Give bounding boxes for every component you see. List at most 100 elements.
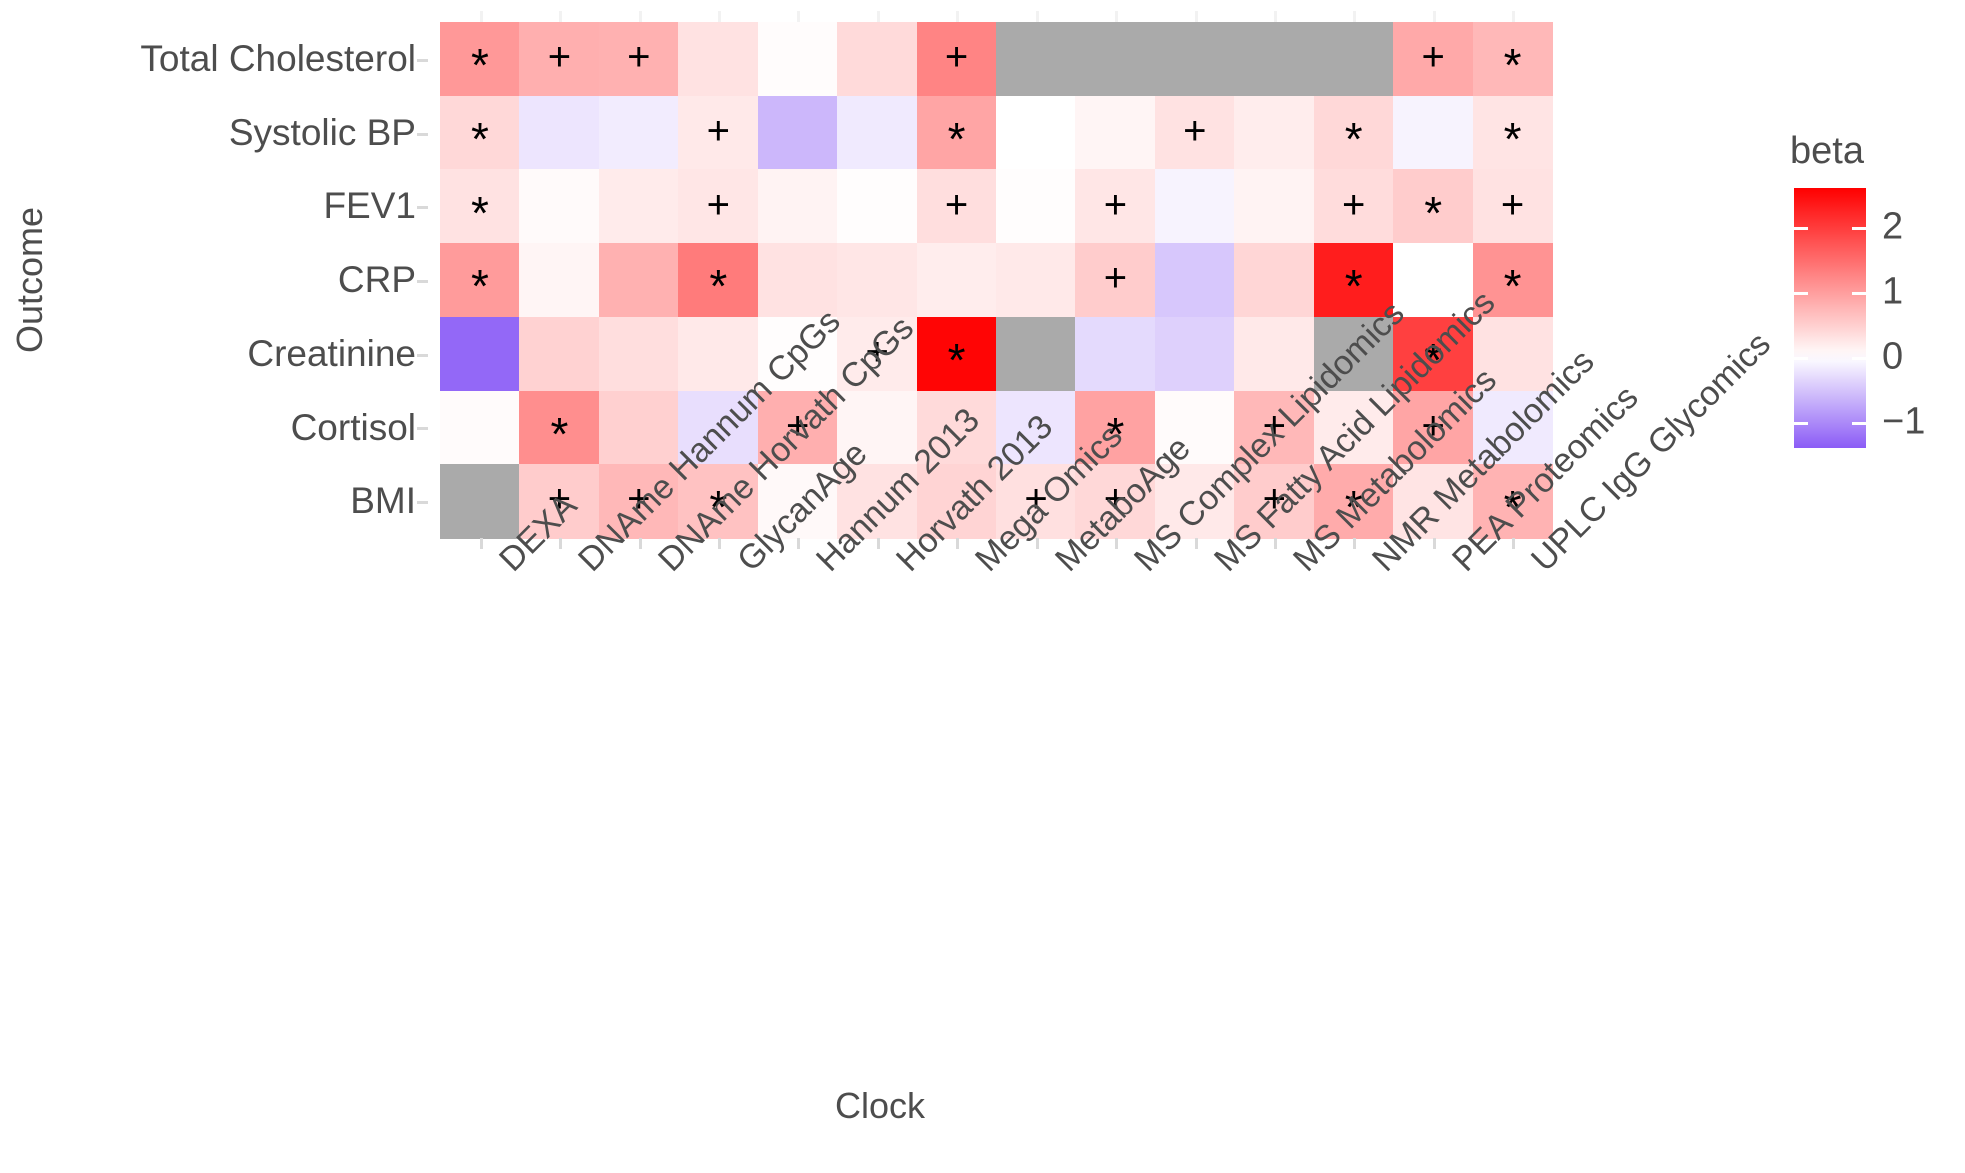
heatmap-cell xyxy=(678,22,759,97)
significance-star-marker: * xyxy=(550,407,569,460)
heatmap-cell: + xyxy=(1313,169,1394,244)
heatmap-cell xyxy=(1075,95,1156,171)
legend-tick-mark xyxy=(1794,292,1808,295)
x-axis-tick-label: UPLC IgG Glycomics xyxy=(1524,324,1779,579)
heatmap-cell xyxy=(1154,22,1235,97)
y-axis-tick-mark xyxy=(417,427,428,431)
heatmap-cell: + xyxy=(519,22,600,97)
x-axis-tick-mark-top xyxy=(876,11,880,22)
legend-tick-mark xyxy=(1852,292,1866,295)
heatmap-cell xyxy=(440,390,521,465)
y-axis-tick-label: Systolic BP xyxy=(228,111,416,153)
heatmap-cell: * xyxy=(1393,169,1474,244)
heatmap-cell xyxy=(440,316,521,392)
significance-plus-marker: + xyxy=(944,182,969,227)
y-axis-title: Outcome xyxy=(0,0,60,560)
x-axis-title-text: Clock xyxy=(834,1085,926,1126)
heatmap-cell xyxy=(519,243,600,318)
heatmap-cell xyxy=(996,95,1077,171)
significance-star-marker: * xyxy=(1503,39,1522,92)
x-axis-tick-mark xyxy=(1115,538,1119,549)
y-axis-tick-mark xyxy=(417,353,428,357)
x-axis-tick-mark-top xyxy=(1035,11,1039,22)
legend-tick-mark xyxy=(1794,227,1808,230)
heatmap-cell xyxy=(996,316,1077,392)
heatmap-cell xyxy=(519,169,600,244)
y-axis-tick-mark xyxy=(417,206,428,210)
legend-tick-mark xyxy=(1794,422,1808,425)
heatmap-cell xyxy=(1154,316,1235,392)
x-axis-tick-mark xyxy=(718,538,721,549)
heatmap-cell xyxy=(757,95,838,171)
y-axis-tick-label: Cortisol xyxy=(290,406,416,448)
x-axis-tick-mark xyxy=(1274,538,1277,549)
significance-star-marker: * xyxy=(1503,260,1522,313)
significance-star-marker: * xyxy=(947,112,966,165)
heatmap-cell: + xyxy=(916,169,997,244)
heatmap-cell: * xyxy=(440,169,521,244)
significance-plus-marker: + xyxy=(1421,35,1445,80)
heatmap-cell xyxy=(996,243,1077,318)
heatmap-cell xyxy=(598,316,679,392)
heatmap-cell xyxy=(757,243,838,318)
heatmap-cell: * xyxy=(440,95,521,171)
heatmap-cell: * xyxy=(916,95,997,171)
legend-tick-label: 1 xyxy=(1882,270,1904,313)
legend-tick-mark xyxy=(1852,422,1866,425)
legend-tick-label: −1 xyxy=(1882,400,1926,443)
significance-plus-marker: + xyxy=(1103,256,1128,301)
legend-title: beta xyxy=(1790,130,1864,172)
significance-star-marker: * xyxy=(1424,186,1443,239)
y-axis-tick-labels: Total Cholesterol Systolic BP FEV1 CRP Creat… xyxy=(60,22,428,538)
y-axis-tick-label: Creatinine xyxy=(247,332,416,374)
heatmap-cell: + xyxy=(1472,169,1553,244)
y-axis-tick-label: Total Cholesterol xyxy=(140,38,416,79)
heatmap-cell: * xyxy=(440,22,521,97)
legend-tick-label: 0 xyxy=(1882,335,1904,378)
heatmap-cell xyxy=(1075,22,1156,97)
heatmap-cell xyxy=(1393,95,1474,171)
heatmap-cell xyxy=(1313,22,1394,97)
heatmap-cell xyxy=(1234,243,1315,318)
y-axis-tick-mark xyxy=(417,58,428,62)
heatmap-cell xyxy=(837,169,918,244)
heatmap-cell xyxy=(837,22,918,97)
heatmap-cell: * xyxy=(440,243,521,318)
x-axis-tick-label: MS Complex Lipidomics xyxy=(1127,294,1412,579)
heatmap-cell xyxy=(757,22,838,97)
heatmap-cell: + xyxy=(678,169,759,244)
heatmap-cell xyxy=(1075,316,1156,392)
significance-plus-marker: + xyxy=(1342,182,1366,227)
significance-star-marker: * xyxy=(1344,260,1363,313)
y-axis-tick-mark xyxy=(417,132,428,136)
legend-tick-mark xyxy=(1852,357,1866,360)
heatmap-cell: + xyxy=(678,95,759,171)
heatmap-cell xyxy=(440,464,521,539)
x-axis-tick-mark xyxy=(1432,538,1436,549)
heatmap-cell xyxy=(1234,169,1315,244)
x-axis-tick-mark xyxy=(1194,538,1198,549)
significance-star-marker: * xyxy=(471,39,489,92)
x-axis-tick-label: NMR Metabolomics xyxy=(1365,342,1602,580)
significance-star-marker: * xyxy=(1503,112,1522,165)
x-axis-tick-mark xyxy=(1512,538,1516,549)
heatmap-cell: * xyxy=(519,390,600,465)
heatmap-cell xyxy=(1154,243,1235,318)
heatmap-cell: + xyxy=(598,22,679,97)
x-axis-tick-label: MS Fatty Acid Lipidomics xyxy=(1206,283,1502,579)
significance-plus-marker: + xyxy=(627,35,651,80)
x-axis-tick-label: GlycanAge xyxy=(730,434,874,580)
significance-star-marker: * xyxy=(709,260,728,313)
significance-star-marker: * xyxy=(1344,112,1363,165)
heatmap-cell xyxy=(996,169,1077,244)
significance-star-marker: * xyxy=(471,260,489,313)
legend-colorbar xyxy=(1794,188,1866,448)
x-axis-tick-label: PEA Proteomics xyxy=(1444,378,1646,579)
x-axis-tick-mark xyxy=(797,538,801,549)
heatmap-cell xyxy=(916,243,997,318)
significance-plus-marker: + xyxy=(706,182,730,227)
x-axis-tick-mark xyxy=(956,538,960,549)
x-axis-tick-label: Horvath 2013 xyxy=(889,408,1060,580)
x-axis-tick-mark-top xyxy=(718,11,721,22)
heatmap-cell xyxy=(519,316,600,392)
